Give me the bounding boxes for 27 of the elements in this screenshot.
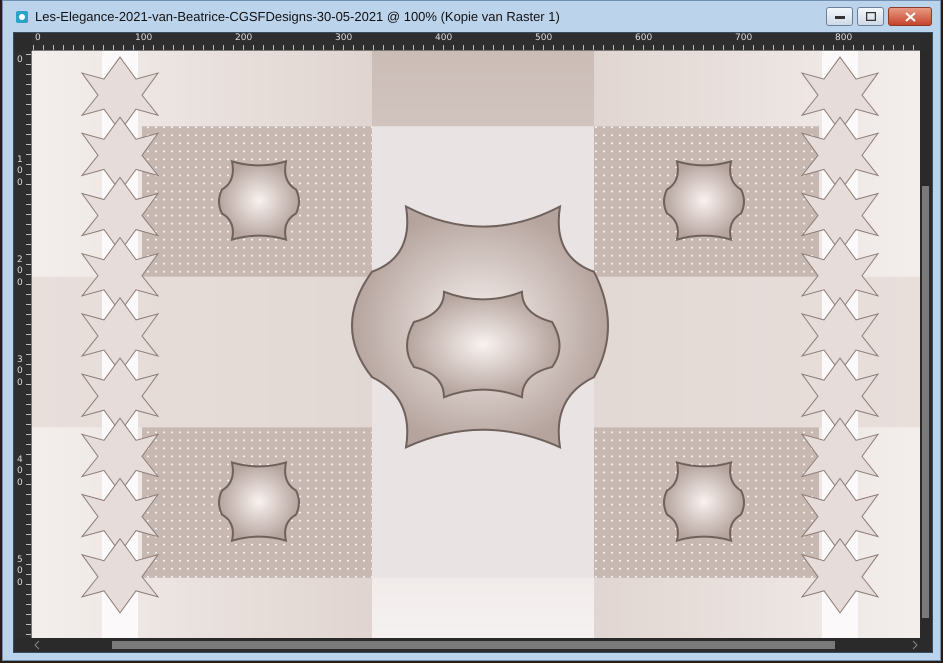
ruler-label: 600	[635, 34, 652, 43]
ruler-label: 100	[17, 155, 23, 189]
ruler-label: 500	[535, 34, 552, 43]
ruler-label: 400	[435, 34, 452, 43]
minimize-button[interactable]	[826, 7, 853, 26]
image-icon	[15, 10, 29, 24]
ruler-label: 0	[17, 55, 23, 66]
close-button[interactable]	[888, 7, 932, 26]
maximize-icon	[866, 12, 876, 21]
ruler-label: 100	[135, 34, 152, 43]
scrollbar-thumb[interactable]	[112, 641, 835, 649]
scroll-left-icon[interactable]	[34, 640, 40, 650]
ruler-label: 200	[17, 255, 23, 289]
ruler-label: 800	[835, 34, 852, 43]
ruler-label: 400	[17, 455, 23, 489]
ruler-label: 700	[735, 34, 752, 43]
minimize-icon	[834, 14, 844, 18]
scrollbar-thumb[interactable]	[922, 186, 929, 618]
maximize-button[interactable]	[857, 7, 884, 26]
close-icon	[904, 12, 916, 22]
scroll-right-icon[interactable]	[912, 640, 918, 650]
window-title: Les-Elegance-2021-van-Beatrice-CGSFDesigns-30-05-2021 @ 100% (Kopie van Raster 1)	[35, 8, 560, 26]
ruler-label: 0	[35, 34, 41, 43]
ruler-label: 500	[17, 555, 23, 589]
ruler-label: 300	[335, 34, 352, 43]
ruler-label: 200	[235, 34, 252, 43]
ruler-label: 300	[17, 355, 23, 389]
